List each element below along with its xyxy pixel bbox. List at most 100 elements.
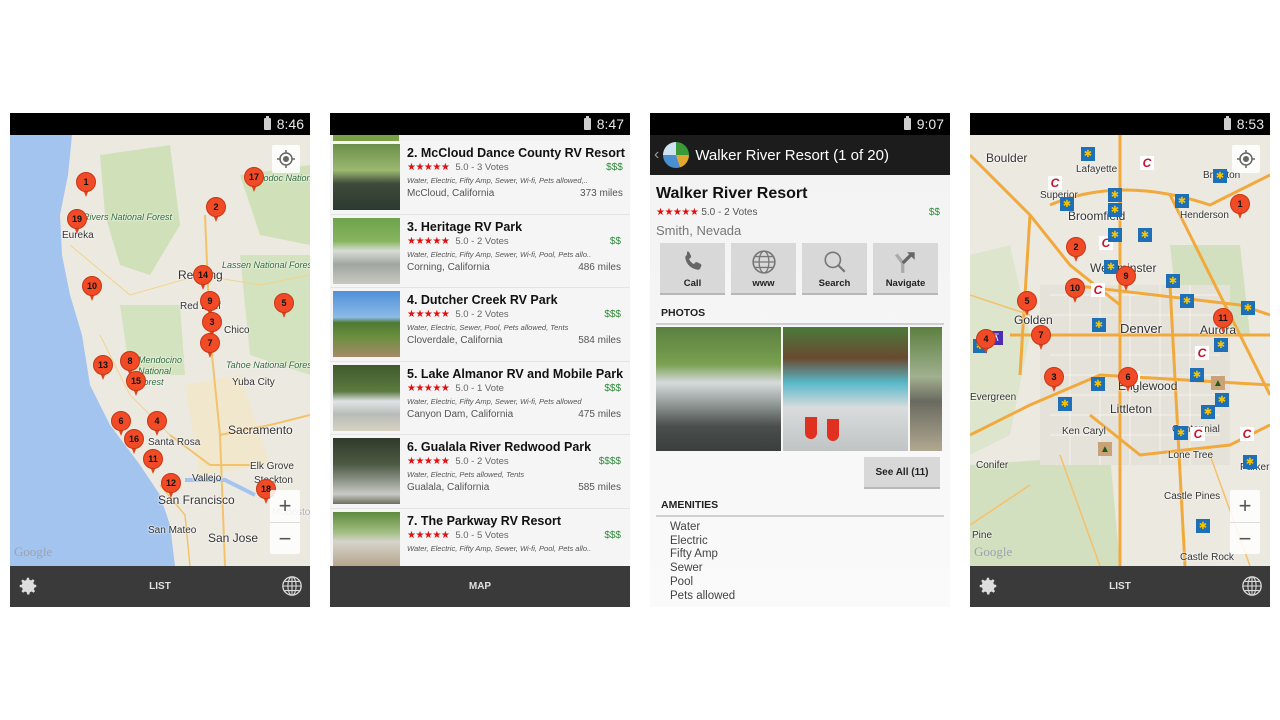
map-view[interactable]: Boulder Lafayette Superior Broomfield He…: [970, 135, 1270, 566]
see-all-photos-button[interactable]: See All (11): [864, 457, 940, 489]
campground-pin[interactable]: 9: [1116, 266, 1136, 292]
photo-thumbnail[interactable]: [783, 327, 908, 451]
campground-pin[interactable]: 2: [206, 197, 226, 223]
camping-world-poi-icon[interactable]: C: [1140, 156, 1154, 170]
campground-pin[interactable]: 4: [976, 329, 996, 355]
walmart-poi-icon[interactable]: ✱: [1092, 318, 1106, 332]
search-button[interactable]: Search: [802, 243, 867, 295]
phone-icon: [684, 251, 701, 270]
map-label: Lone Tree: [1168, 450, 1214, 461]
walmart-poi-icon[interactable]: ✱: [1138, 228, 1152, 242]
map-view-button[interactable]: MAP: [469, 581, 491, 592]
list-view-button[interactable]: LIST: [149, 581, 171, 592]
campground-name: 4. Dutcher Creek RV Park: [407, 293, 558, 307]
list-item[interactable]: 2. McCloud Dance County RV Resort ★★★★★ 5…: [330, 141, 630, 215]
campground-poi-icon[interactable]: ▲: [1211, 376, 1225, 390]
walmart-poi-icon[interactable]: ✱: [1174, 426, 1188, 440]
walmart-poi-icon[interactable]: ✱: [1108, 203, 1122, 217]
app-logo-icon[interactable]: [663, 142, 690, 168]
zoom-out-button[interactable]: −: [270, 522, 300, 554]
price-level: $$: [928, 207, 940, 218]
globe-icon[interactable]: [281, 575, 303, 597]
campground-pin[interactable]: 7: [1031, 325, 1051, 351]
walmart-poi-icon[interactable]: ✱: [1196, 519, 1210, 533]
photo-thumbnail[interactable]: [656, 327, 781, 451]
list-item[interactable]: 5. Lake Almanor RV and Mobile Park ★★★★★…: [330, 361, 630, 435]
campground-pin[interactable]: 2: [1066, 237, 1086, 263]
back-chevron-icon[interactable]: ‹: [654, 146, 659, 164]
walmart-poi-icon[interactable]: ✱: [1180, 294, 1194, 308]
camping-world-poi-icon[interactable]: C: [1240, 427, 1254, 441]
call-button[interactable]: Call: [660, 243, 725, 295]
photo-thumbnail[interactable]: [910, 327, 942, 451]
detail-content[interactable]: Walker River Resort ★★★★★ 5.0 - 2 Votes …: [650, 175, 950, 607]
camping-world-poi-icon[interactable]: C: [1048, 176, 1062, 190]
list-item[interactable]: 3. Heritage RV Park ★★★★★ 5.0 - 2 Votes $$…: [330, 214, 630, 288]
walmart-poi-icon[interactable]: ✱: [1081, 147, 1095, 161]
zoom-in-button[interactable]: +: [1230, 490, 1260, 522]
walmart-poi-icon[interactable]: ✱: [1190, 368, 1204, 382]
campground-pin[interactable]: 16: [124, 429, 144, 455]
walmart-poi-icon[interactable]: ✱: [1108, 228, 1122, 242]
campground-pin[interactable]: 6: [1118, 367, 1138, 393]
zoom-out-button[interactable]: −: [1230, 522, 1260, 554]
settings-gear-icon[interactable]: [17, 575, 39, 597]
walmart-poi-icon[interactable]: ✱: [1214, 338, 1228, 352]
campground-pin[interactable]: 5: [1017, 291, 1037, 317]
campground-pin[interactable]: 1: [1230, 194, 1250, 220]
walmart-poi-icon[interactable]: ✱: [1175, 194, 1189, 208]
campground-pin[interactable]: 19: [67, 209, 87, 235]
walmart-poi-icon[interactable]: ✱: [1213, 169, 1227, 183]
walmart-poi-icon[interactable]: ✱: [1215, 393, 1229, 407]
list-item[interactable]: 6. Gualala River Redwood Park ★★★★★ 5.0 -…: [330, 435, 630, 509]
campground-pin[interactable]: 14: [193, 265, 213, 291]
globe-icon[interactable]: [1241, 575, 1263, 597]
settings-gear-icon[interactable]: [977, 575, 999, 597]
campground-pin[interactable]: 11: [143, 449, 163, 475]
camping-world-poi-icon[interactable]: C: [1091, 283, 1105, 297]
map-label: Pine: [972, 530, 993, 541]
amenities-header: AMENITIES: [656, 499, 944, 517]
campground-name: 5. Lake Almanor RV and Mobile Park: [407, 366, 624, 381]
campground-pin[interactable]: 7: [200, 333, 220, 359]
walmart-poi-icon[interactable]: ✱: [1108, 188, 1122, 202]
campground-pin[interactable]: 10: [82, 276, 102, 302]
campground-pin[interactable]: 3: [1044, 367, 1064, 393]
website-button[interactable]: www: [731, 243, 796, 295]
campground-pin[interactable]: 11: [1213, 308, 1233, 334]
distance: 486 miles: [578, 261, 621, 273]
camping-world-poi-icon[interactable]: C: [1191, 427, 1205, 441]
campground-poi-icon[interactable]: ▲: [1098, 442, 1112, 456]
list-item[interactable]: 4. Dutcher Creek RV Park ★★★★★ 5.0 - 2 Vo…: [330, 288, 630, 362]
campground-pin[interactable]: 4: [147, 411, 167, 437]
walmart-poi-icon[interactable]: ✱: [1058, 397, 1072, 411]
campground-list[interactable]: 2. McCloud Dance County RV Resort ★★★★★ 5…: [330, 135, 630, 566]
campground-pin[interactable]: 12: [161, 473, 181, 499]
photo-gallery[interactable]: [656, 327, 944, 451]
campground-pin[interactable]: 1: [76, 172, 96, 198]
map-label: Vallejo: [192, 473, 222, 484]
walmart-poi-icon[interactable]: ✱: [1166, 274, 1180, 288]
campground-pin[interactable]: 10: [1065, 278, 1085, 304]
campground-name: 3. Heritage RV Park: [407, 219, 523, 234]
action-bar: ‹ Walker River Resort (1 of 20): [650, 135, 950, 175]
navigate-button[interactable]: Navigate: [873, 243, 938, 295]
list-view-button[interactable]: LIST: [1109, 581, 1131, 592]
walmart-poi-icon[interactable]: ✱: [1241, 301, 1255, 315]
my-location-button[interactable]: [272, 145, 300, 173]
walmart-poi-icon[interactable]: ✱: [1201, 405, 1215, 419]
zoom-in-button[interactable]: +: [270, 490, 300, 522]
crosshair-icon: [277, 150, 295, 168]
my-location-button[interactable]: [1232, 145, 1260, 173]
campground-pin[interactable]: 5: [274, 293, 294, 319]
walmart-poi-icon[interactable]: ✱: [1091, 377, 1105, 391]
map-label: Lassen National Forest: [222, 260, 310, 270]
walmart-poi-icon[interactable]: ✱: [1243, 455, 1257, 469]
campground-pin[interactable]: 15: [126, 371, 146, 397]
walmart-poi-icon[interactable]: ✱: [1060, 197, 1074, 211]
list-item[interactable]: 7. The Parkway RV Resort ★★★★★ 5.0 - 5 Vo…: [330, 508, 630, 566]
campground-pin[interactable]: 17: [244, 167, 264, 193]
campground-pin[interactable]: 13: [93, 355, 113, 381]
map-view[interactable]: Six Rivers National Forest Eureka Reddin…: [10, 135, 310, 566]
camping-world-poi-icon[interactable]: C: [1195, 346, 1209, 360]
